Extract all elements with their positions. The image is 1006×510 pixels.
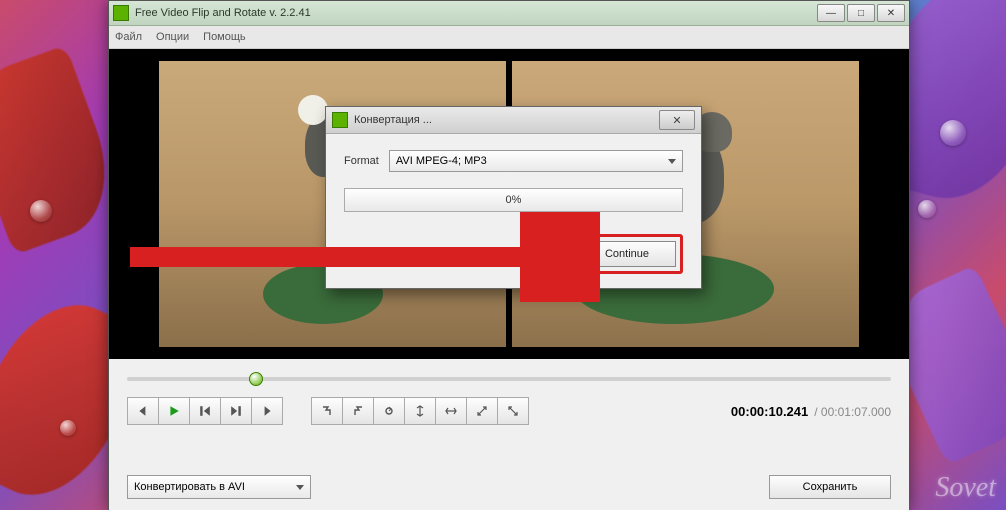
bottom-bar: Конвертировать в AVI Сохранить: [109, 475, 909, 499]
continue-button[interactable]: Continue: [578, 241, 676, 267]
time-total: / 00:01:07.000: [814, 405, 891, 419]
watermark: Sovet: [935, 472, 996, 504]
decor-drop: [30, 200, 52, 222]
conversion-dialog: Конвертация ... ✕ Format AVI MPEG-4; MP3…: [325, 106, 702, 289]
output-format-label: Конвертировать в AVI: [134, 481, 296, 493]
format-label: Format: [344, 155, 379, 167]
app-icon: [332, 112, 348, 128]
rotate-cw-button[interactable]: [311, 397, 343, 425]
play-button[interactable]: [159, 397, 190, 425]
timeline: [109, 359, 909, 391]
window-title: Free Video Flip and Rotate v. 2.2.41: [135, 7, 817, 19]
progress-text: 0%: [506, 194, 522, 206]
timeline-track[interactable]: [127, 377, 891, 381]
rotate-ccw-button[interactable]: [343, 397, 374, 425]
prev-frame-button[interactable]: [127, 397, 159, 425]
desktop: Free Video Flip and Rotate v. 2.2.41 — □…: [0, 0, 1006, 510]
titlebar[interactable]: Free Video Flip and Rotate v. 2.2.41 — □…: [109, 1, 909, 26]
next-frame-button[interactable]: [252, 397, 283, 425]
step-back-button[interactable]: [190, 397, 221, 425]
dialog-title: Конвертация ...: [354, 114, 659, 126]
decor-drop: [60, 420, 76, 436]
timeline-thumb[interactable]: [249, 372, 263, 386]
menu-help[interactable]: Помощь: [203, 31, 246, 43]
flip-diag1-button[interactable]: [467, 397, 498, 425]
menu-options[interactable]: Опции: [156, 31, 189, 43]
transform-controls: [311, 397, 529, 425]
dialog-close-button[interactable]: ✕: [659, 110, 695, 130]
progress-bar: 0%: [344, 188, 683, 212]
dialog-titlebar[interactable]: Конвертация ... ✕: [326, 107, 701, 134]
app-icon: [113, 5, 129, 21]
format-dropdown[interactable]: AVI MPEG-4; MP3: [389, 150, 683, 172]
minimize-button[interactable]: —: [817, 4, 845, 22]
flip-horizontal-button[interactable]: [436, 397, 467, 425]
decor-drop: [918, 200, 936, 218]
flip-diag2-button[interactable]: [498, 397, 529, 425]
decor-drop: [940, 120, 966, 146]
close-button[interactable]: ✕: [877, 4, 905, 22]
continue-highlight: Continue: [571, 234, 683, 274]
chevron-down-icon: [668, 159, 676, 164]
maximize-button[interactable]: □: [847, 4, 875, 22]
flip-vertical-button[interactable]: [405, 397, 436, 425]
menubar: Файл Опции Помощь: [109, 26, 909, 49]
playback-controls: [127, 397, 283, 425]
output-format-dropdown[interactable]: Конвертировать в AVI: [127, 475, 311, 499]
menu-file[interactable]: Файл: [115, 31, 142, 43]
time-current: 00:00:10.241: [731, 404, 808, 419]
format-value: AVI MPEG-4; MP3: [396, 155, 668, 167]
step-forward-button[interactable]: [221, 397, 252, 425]
save-button[interactable]: Сохранить: [769, 475, 891, 499]
format-row: Format AVI MPEG-4; MP3: [344, 150, 683, 172]
time-display: 00:00:10.241 / 00:01:07.000: [731, 404, 891, 419]
chevron-down-icon: [296, 485, 304, 490]
controls-row: 00:00:10.241 / 00:01:07.000: [109, 391, 909, 431]
rotate-180-button[interactable]: [374, 397, 405, 425]
